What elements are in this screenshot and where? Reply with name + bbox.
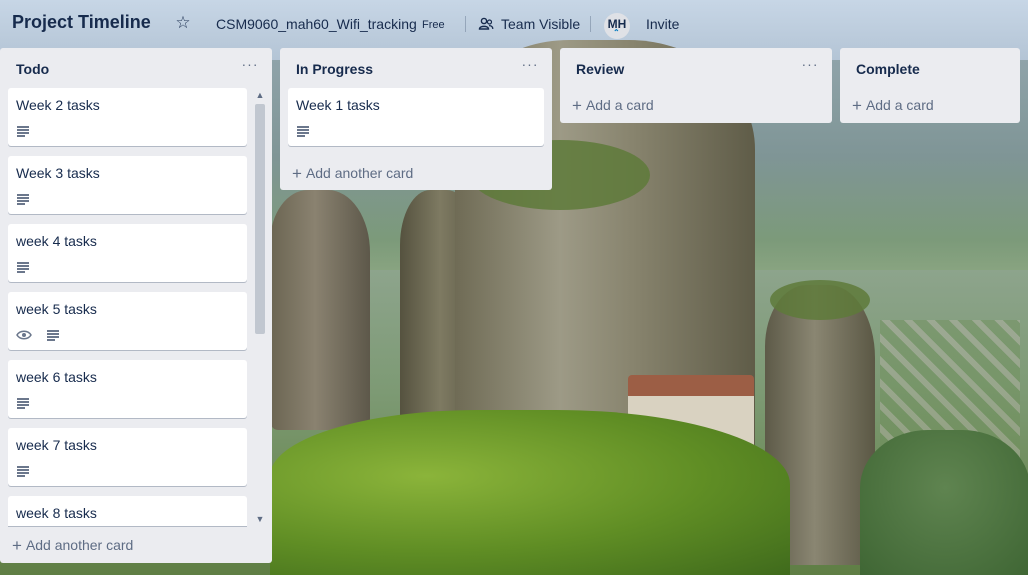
card-badges: [16, 259, 30, 275]
card-title: week 7 tasks: [16, 437, 97, 453]
description-icon: [16, 465, 30, 477]
board-header: Project Timeline ☆ CSM9060_mah60_Wifi_tr…: [0, 0, 1028, 48]
more-dots-icon[interactable]: ···: [520, 56, 540, 76]
more-dots-icon[interactable]: ···: [800, 56, 820, 76]
add-card-label: Add a card: [585, 97, 654, 113]
card-title: week 5 tasks: [16, 301, 97, 317]
card-badges: [16, 395, 30, 411]
card[interactable]: week 6 tasks: [8, 360, 247, 418]
add-card-button[interactable]: + Add a card: [852, 96, 934, 116]
description-icon: [16, 125, 30, 137]
list-review: Review ··· + Add a card: [560, 48, 832, 123]
list-complete: Complete + Add a card: [840, 48, 1020, 123]
card[interactable]: Week 3 tasks: [8, 156, 247, 214]
card-title: week 4 tasks: [16, 233, 97, 249]
card[interactable]: Week 2 tasks: [8, 88, 247, 146]
list-header: Review ···: [560, 48, 832, 88]
visibility-label: Team Visible: [501, 16, 581, 32]
list-todo: Todo ··· Week 2 tasks Week 3 tasks week …: [0, 48, 272, 563]
more-dots-icon[interactable]: ···: [240, 56, 260, 76]
list-header: Todo ···: [0, 48, 272, 88]
plus-icon: +: [12, 536, 22, 555]
card-title: week 6 tasks: [16, 369, 97, 385]
description-icon: [46, 329, 60, 341]
card-title: week 8 tasks: [16, 505, 97, 521]
card-title: Week 3 tasks: [16, 165, 100, 181]
plus-icon: +: [572, 96, 582, 115]
board-title[interactable]: Project Timeline: [12, 12, 151, 33]
card[interactable]: week 4 tasks: [8, 224, 247, 282]
add-card-button[interactable]: + Add a card: [572, 96, 654, 116]
description-icon: [16, 193, 30, 205]
member-avatar[interactable]: MH ⌃: [604, 13, 630, 39]
plus-icon: +: [852, 96, 862, 115]
scroll-up-icon[interactable]: ▲: [255, 88, 265, 102]
add-card-label: Add a card: [865, 97, 934, 113]
list-title[interactable]: Complete: [856, 61, 920, 77]
description-icon: [16, 261, 30, 273]
card-badges: [296, 123, 310, 139]
card-badges: [16, 123, 30, 139]
plus-icon: +: [292, 164, 302, 183]
card-title: Week 1 tasks: [296, 97, 380, 113]
visibility-button[interactable]: Team Visible: [478, 16, 580, 32]
scroll-track[interactable]: [255, 104, 265, 510]
admin-chevron-icon: ⌃: [613, 28, 620, 37]
scroll-thumb[interactable]: [255, 104, 265, 334]
team-plan-badge: Free: [422, 19, 445, 31]
list-scrollbar[interactable]: ▲ ▼: [252, 88, 268, 526]
add-card-button[interactable]: + Add another card: [12, 536, 133, 556]
eye-icon: [16, 330, 32, 340]
card[interactable]: week 5 tasks: [8, 292, 247, 350]
invite-button[interactable]: Invite: [646, 16, 679, 32]
add-card-label: Add another card: [305, 165, 414, 181]
scroll-down-icon[interactable]: ▼: [255, 512, 265, 526]
card[interactable]: week 8 tasks: [8, 496, 247, 526]
list-title[interactable]: In Progress: [296, 61, 373, 77]
list-in-progress: In Progress ··· Week 1 tasks + Add anothe…: [280, 48, 552, 190]
header-divider: [590, 16, 591, 32]
add-card-label: Add another card: [25, 537, 134, 553]
list-title[interactable]: Todo: [16, 61, 49, 77]
list-header: Complete: [840, 48, 1020, 88]
list-title[interactable]: Review: [576, 61, 624, 77]
card[interactable]: week 7 tasks: [8, 428, 247, 486]
description-icon: [16, 397, 30, 409]
card[interactable]: Week 1 tasks: [288, 88, 544, 146]
card-badges: [16, 327, 60, 343]
star-icon[interactable]: ☆: [172, 12, 194, 34]
team-name[interactable]: CSM9060_mah60_Wifi_tracking: [216, 16, 417, 32]
card-badges: [16, 463, 30, 479]
card-badges: [16, 191, 30, 207]
team-visibility-icon: [478, 17, 494, 30]
list-header: In Progress ···: [280, 48, 552, 88]
description-icon: [296, 125, 310, 137]
header-divider: [465, 16, 466, 32]
card-title: Week 2 tasks: [16, 97, 100, 113]
add-card-button[interactable]: + Add another card: [292, 164, 413, 184]
